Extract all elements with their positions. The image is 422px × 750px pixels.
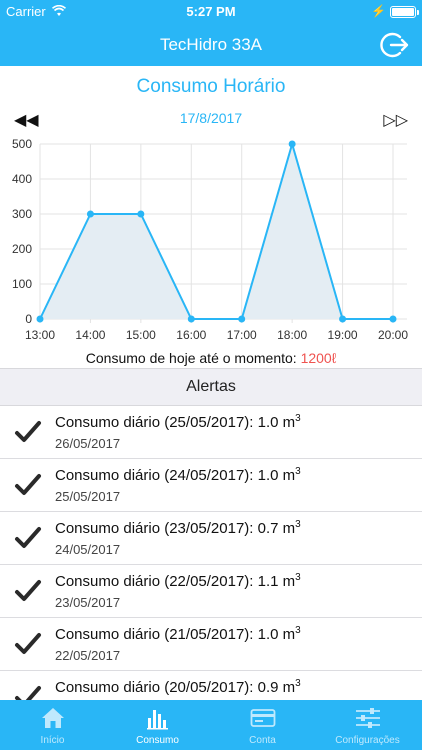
y-tick-label: 100 bbox=[12, 277, 32, 291]
alert-text: Consumo diário (25/05/2017): 1.0 m bbox=[55, 414, 296, 431]
data-point bbox=[288, 140, 296, 148]
alert-date: 26/05/2017 bbox=[55, 436, 121, 451]
home-icon bbox=[42, 708, 64, 728]
today-consumption-value: 1200ℓ bbox=[300, 350, 337, 366]
logout-icon[interactable] bbox=[378, 29, 410, 61]
y-tick-label: 500 bbox=[12, 137, 32, 151]
y-tick-label: 300 bbox=[12, 207, 32, 221]
data-point bbox=[339, 315, 347, 323]
section-title: Consumo Horário bbox=[136, 76, 286, 97]
alert-text: Consumo diário (20/05/2017): 0.9 m bbox=[55, 679, 296, 696]
data-point bbox=[187, 315, 195, 323]
checkmark-icon bbox=[15, 580, 41, 601]
y-tick-label: 200 bbox=[12, 242, 32, 256]
x-tick-label: 13:00 bbox=[25, 328, 55, 342]
tab-label: Consumo bbox=[136, 735, 179, 746]
nav-bar: TecHidro 33A bbox=[0, 24, 422, 66]
alert-unit-superscript: 3 bbox=[295, 625, 301, 636]
x-tick-label: 19:00 bbox=[328, 328, 358, 342]
list-item[interactable]: Consumo diário (24/05/2017): 1.0 m3 25/05… bbox=[0, 459, 422, 512]
alert-message: Consumo diário (21/05/2017): 1.0 m3 bbox=[55, 625, 301, 643]
y-tick-label: 0 bbox=[25, 312, 32, 326]
x-tick-label: 14:00 bbox=[75, 328, 105, 342]
alert-message: Consumo diário (24/05/2017): 1.0 m3 bbox=[55, 466, 301, 484]
checkmark-icon bbox=[15, 633, 41, 654]
alert-message: Consumo diário (23/05/2017): 0.7 m3 bbox=[55, 519, 301, 537]
list-item[interactable]: Consumo diário (25/05/2017): 1.0 m3 26/05… bbox=[0, 406, 422, 459]
alert-unit-superscript: 3 bbox=[295, 413, 301, 424]
checkmark-icon bbox=[15, 527, 41, 548]
date-navigator: ◀◀ 17/8/2017 ▷▷ bbox=[0, 108, 422, 130]
alert-date: 23/05/2017 bbox=[55, 595, 121, 610]
tab-configuracoes[interactable]: Configurações bbox=[315, 700, 420, 750]
checkmark-icon bbox=[15, 474, 41, 495]
tab-conta[interactable]: Conta bbox=[210, 700, 315, 750]
checkmark-icon bbox=[15, 421, 41, 442]
alert-unit-superscript: 3 bbox=[295, 572, 301, 583]
x-tick-label: 15:00 bbox=[126, 328, 156, 342]
battery-icon bbox=[390, 6, 419, 18]
data-point bbox=[86, 210, 94, 218]
tab-label: Conta bbox=[249, 735, 276, 746]
bar-chart-icon bbox=[147, 710, 168, 730]
tab-consumo[interactable]: Consumo bbox=[105, 700, 210, 750]
alert-date: 22/05/2017 bbox=[55, 648, 121, 663]
page-title: TecHidro 33A bbox=[159, 35, 263, 54]
today-consumption: Consumo de hoje até o momento: 1200ℓ bbox=[0, 350, 422, 366]
alert-message: Consumo diário (20/05/2017): 0.9 m3 bbox=[55, 678, 301, 696]
tab-label: Início bbox=[40, 735, 65, 746]
list-item[interactable]: Consumo diário (23/05/2017): 0.7 m3 24/05… bbox=[0, 512, 422, 565]
x-tick-label: 17:00 bbox=[227, 328, 257, 342]
status-time: 5:27 PM bbox=[186, 4, 236, 19]
x-tick-label: 20:00 bbox=[378, 328, 408, 342]
charging-icon: ⚡ bbox=[371, 4, 386, 18]
alert-unit-superscript: 3 bbox=[295, 466, 301, 477]
sliders-icon bbox=[356, 708, 380, 728]
status-bar: Carrier 5:27 PM ⚡ bbox=[0, 0, 422, 24]
list-item[interactable]: Consumo diário (22/05/2017): 1.1 m3 23/05… bbox=[0, 565, 422, 618]
alert-date: 24/05/2017 bbox=[55, 542, 121, 557]
alerts-header: Alertas bbox=[0, 368, 422, 406]
alert-message: Consumo diário (22/05/2017): 1.1 m3 bbox=[55, 572, 301, 590]
alert-unit-superscript: 3 bbox=[295, 678, 301, 689]
alert-text: Consumo diário (23/05/2017): 0.7 m bbox=[55, 520, 296, 537]
current-date: 17/8/2017 bbox=[179, 110, 243, 126]
alert-date: 25/05/2017 bbox=[55, 489, 121, 504]
y-tick-label: 400 bbox=[12, 172, 32, 186]
tab-inicio[interactable]: Início bbox=[0, 700, 105, 750]
data-point bbox=[238, 315, 246, 323]
alert-text: Consumo diário (21/05/2017): 1.0 m bbox=[55, 626, 296, 643]
tab-label: Configurações bbox=[335, 735, 400, 746]
alerts-list[interactable]: Consumo diário (25/05/2017): 1.0 m3 26/05… bbox=[0, 406, 422, 700]
today-consumption-label: Consumo de hoje até o momento: bbox=[85, 350, 301, 366]
alert-text: Consumo diário (24/05/2017): 1.0 m bbox=[55, 467, 296, 484]
series-area bbox=[40, 144, 393, 319]
data-point bbox=[137, 210, 145, 218]
x-tick-label: 16:00 bbox=[176, 328, 206, 342]
tab-bar: Início Consumo Conta Configurações bbox=[0, 700, 422, 750]
data-point bbox=[36, 315, 44, 323]
hourly-consumption-chart: 0 100 200 300 400 500 13:00 14:00 15:00 16:00 17:0… bbox=[12, 137, 408, 342]
list-item[interactable]: Consumo diário (21/05/2017): 1.0 m3 22/05… bbox=[0, 618, 422, 671]
next-day-button[interactable]: ▷▷ bbox=[383, 110, 408, 130]
data-point bbox=[389, 315, 397, 323]
x-tick-label: 18:00 bbox=[277, 328, 307, 342]
checkmark-icon bbox=[15, 686, 41, 700]
alert-message: Consumo diário (25/05/2017): 1.0 m3 bbox=[55, 413, 301, 431]
list-item[interactable]: Consumo diário (20/05/2017): 0.9 m3 bbox=[0, 671, 422, 700]
alert-text: Consumo diário (22/05/2017): 1.1 m bbox=[55, 573, 296, 590]
card-icon bbox=[250, 709, 276, 727]
alert-unit-superscript: 3 bbox=[295, 519, 301, 530]
